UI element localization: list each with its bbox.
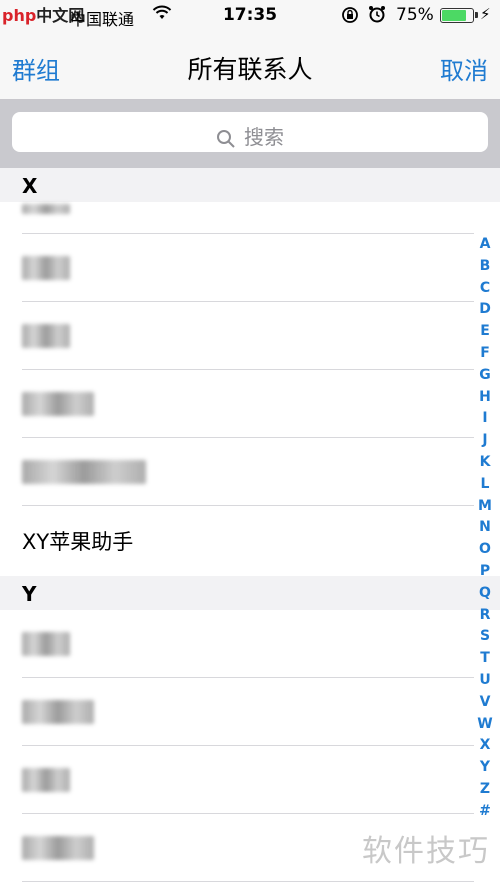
index-letter-g[interactable]: G xyxy=(476,365,494,387)
index-letter-q[interactable]: Q xyxy=(476,583,494,605)
alphabet-index[interactable]: A B C D E F G H I J K L M N O P Q R S T U V W X Y Z # xyxy=(476,234,494,823)
index-letter-hash[interactable]: # xyxy=(476,801,494,823)
index-letter-a[interactable]: A xyxy=(476,234,494,256)
blurred-contact-name xyxy=(22,256,70,280)
index-letter-u[interactable]: U xyxy=(476,670,494,692)
index-letter-w[interactable]: W xyxy=(476,714,494,736)
search-icon xyxy=(217,129,235,148)
index-letter-x[interactable]: X xyxy=(476,735,494,757)
index-letter-b[interactable]: B xyxy=(476,256,494,278)
index-letter-f[interactable]: F xyxy=(476,343,494,365)
status-bar: php中文网 中国联通 17:35 75% ⚡ xyxy=(0,0,500,32)
blurred-contact-name xyxy=(22,204,70,214)
charging-bolt-icon: ⚡ xyxy=(480,5,491,23)
index-letter-d[interactable]: D xyxy=(476,299,494,321)
blurred-contact-name xyxy=(22,392,94,416)
contact-row[interactable] xyxy=(0,438,500,506)
contact-row[interactable] xyxy=(0,302,500,370)
battery-percent: 75% xyxy=(396,5,434,25)
index-letter-e[interactable]: E xyxy=(476,321,494,343)
search-input[interactable]: 搜索 xyxy=(12,112,488,152)
index-letter-z[interactable]: Z xyxy=(476,779,494,801)
page-title: 所有联系人 xyxy=(187,55,313,84)
navigation-bar: 群组 所有联系人 取消 xyxy=(0,32,500,100)
index-letter-p[interactable]: P xyxy=(476,561,494,583)
index-letter-k[interactable]: K xyxy=(476,452,494,474)
contact-row[interactable] xyxy=(0,202,500,234)
index-letter-j[interactable]: J xyxy=(476,430,494,452)
section-header-y: Y xyxy=(0,576,500,610)
blurred-contact-name xyxy=(22,700,94,724)
index-letter-l[interactable]: L xyxy=(476,474,494,496)
contact-name: XY苹果助手 xyxy=(22,530,134,554)
index-letter-y[interactable]: Y xyxy=(476,757,494,779)
blurred-contact-name xyxy=(22,768,70,792)
contact-row[interactable] xyxy=(0,678,500,746)
index-letter-v[interactable]: V xyxy=(476,692,494,714)
blurred-contact-name xyxy=(22,836,94,860)
index-letter-n[interactable]: N xyxy=(476,517,494,539)
index-letter-o[interactable]: O xyxy=(476,539,494,561)
blurred-contact-name xyxy=(22,632,70,656)
blurred-contact-name xyxy=(22,460,146,484)
rotation-lock-icon xyxy=(341,6,359,29)
cancel-button[interactable]: 取消 xyxy=(440,51,488,86)
index-letter-r[interactable]: R xyxy=(476,605,494,627)
watermark: 软件技巧 xyxy=(362,834,490,869)
index-letter-i[interactable]: I xyxy=(476,408,494,430)
contact-row[interactable]: XY苹果助手 xyxy=(0,506,500,576)
search-placeholder: 搜索 xyxy=(244,125,284,149)
contact-row[interactable] xyxy=(0,746,500,814)
section-header-x: X xyxy=(0,168,500,202)
alarm-icon xyxy=(368,5,386,29)
battery-icon xyxy=(440,8,478,23)
index-letter-m[interactable]: M xyxy=(476,496,494,518)
search-bar: 搜索 xyxy=(0,100,500,168)
index-letter-h[interactable]: H xyxy=(476,387,494,409)
contact-row[interactable] xyxy=(0,610,500,678)
contact-row[interactable] xyxy=(0,370,500,438)
index-letter-s[interactable]: S xyxy=(476,626,494,648)
index-letter-t[interactable]: T xyxy=(476,648,494,670)
contact-row[interactable] xyxy=(0,234,500,302)
index-letter-c[interactable]: C xyxy=(476,278,494,300)
blurred-contact-name xyxy=(22,324,70,348)
